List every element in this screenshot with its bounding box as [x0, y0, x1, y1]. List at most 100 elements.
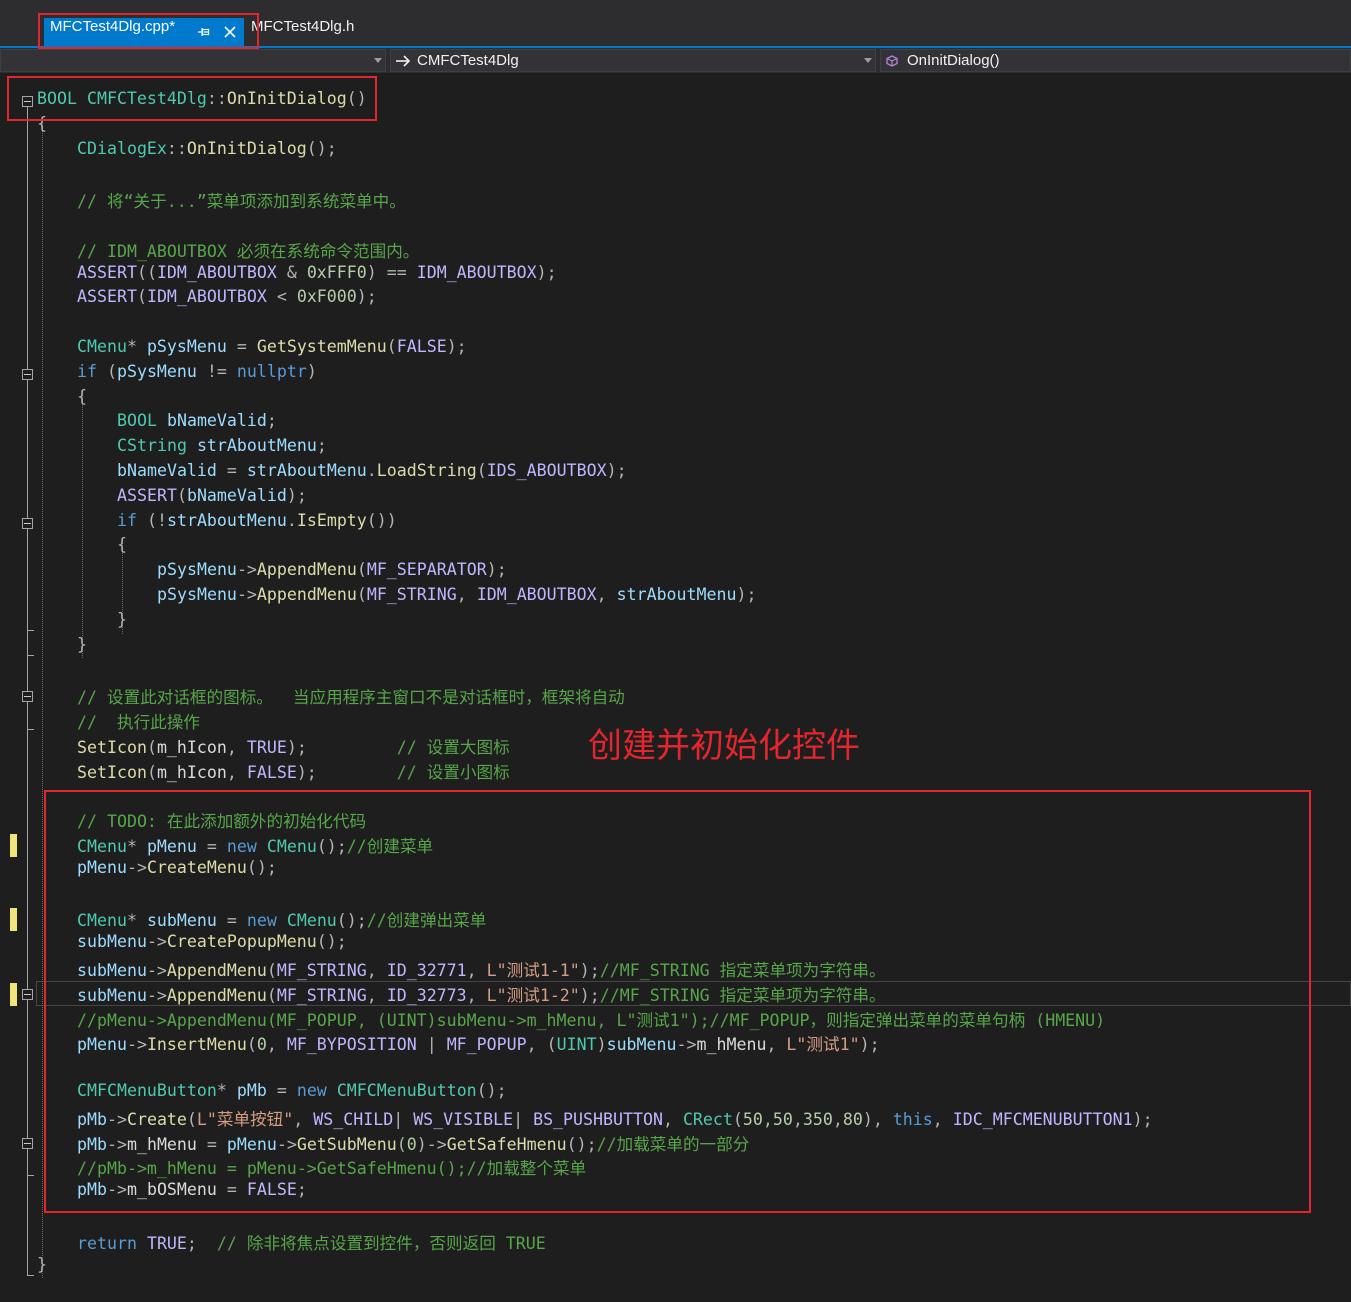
code-token: } — [37, 1254, 47, 1274]
code-token: * — [126, 337, 147, 356]
code-token: { — [77, 386, 87, 406]
code-token: ); — [286, 485, 307, 505]
code-line[interactable]: ASSERT(IDM_ABOUTBOX < 0xF000); — [77, 287, 377, 312]
code-token: , — [596, 585, 617, 604]
code-token: IsEmpty — [296, 510, 367, 530]
code-token: ()) — [366, 510, 397, 530]
code-token: // 设置此对话框的图标。 当应用程序主窗口不是对话框时，框架将自动 — [77, 688, 625, 708]
code-token: ); — [536, 262, 557, 282]
code-line[interactable]: // 执行此操作 — [77, 709, 200, 734]
scope-dropdown[interactable]: CMFCTest4Dlg — [390, 49, 876, 72]
collapse-icon[interactable] — [22, 368, 33, 380]
code-line[interactable]: ASSERT(bNameValid); — [117, 486, 307, 511]
code-line[interactable]: ASSERT((IDM_ABOUTBOX & 0xFFF0) == IDM_AB… — [77, 263, 557, 288]
method-icon — [886, 55, 898, 67]
code-line[interactable]: // 将“关于...”菜单项添加到系统菜单中。 — [77, 188, 406, 213]
code-line[interactable]: if (pSysMenu != nullptr) — [77, 362, 317, 387]
code-token: bNameValid — [117, 461, 217, 480]
code-token: ( — [176, 485, 187, 505]
code-token: ); — [286, 737, 307, 757]
chevron-down-icon[interactable] — [374, 58, 382, 63]
code-token: < — [266, 287, 297, 307]
indent-guide — [42, 116, 43, 1279]
code-token: ASSERT — [117, 485, 177, 505]
code-line[interactable]: pSysMenu->AppendMenu(MF_STRING, IDM_ABOU… — [157, 585, 756, 610]
code-line[interactable]: } — [77, 635, 87, 660]
code-line[interactable]: // IDM_ABOUTBOX 必须在系统命令范围内。 — [77, 238, 419, 263]
project-dropdown[interactable] — [0, 49, 386, 72]
code-token: IDM_ABOUTBOX — [156, 262, 277, 282]
code-line[interactable]: CString strAboutMenu; — [117, 436, 327, 461]
code-line[interactable]: pSysMenu->AppendMenu(MF_SEPARATOR); — [157, 560, 507, 585]
member-dropdown[interactable]: OnInitDialog() — [880, 49, 1351, 72]
code-token: ( — [146, 762, 157, 782]
code-token: pSysMenu — [157, 585, 237, 604]
code-token: bNameValid — [186, 485, 287, 505]
code-line[interactable]: SetIcon(m_hIcon, TRUE); // 设置大图标 — [77, 734, 510, 759]
code-token: IDM_ABOUTBOX — [146, 287, 267, 307]
code-line[interactable]: SetIcon(m_hIcon, FALSE); // 设置小图标 — [77, 759, 510, 784]
collapse-icon[interactable] — [22, 1137, 33, 1149]
code-token: } — [117, 609, 127, 629]
collapse-icon-minus — [24, 993, 31, 995]
change-marker — [10, 834, 17, 857]
code-token: -> — [236, 585, 257, 604]
code-token: IDM_ABOUTBOX — [416, 262, 537, 282]
outline-line-end — [27, 729, 34, 730]
code-line[interactable]: } — [117, 610, 127, 635]
code-token: BOOL — [117, 411, 157, 431]
code-line[interactable]: BOOL bNameValid; — [117, 411, 277, 436]
code-token: // IDM_ABOUTBOX 必须在系统命令范围内。 — [77, 241, 420, 261]
indent-guide — [82, 389, 83, 659]
code-line[interactable]: { — [117, 535, 127, 560]
code-line[interactable]: } — [37, 1255, 47, 1280]
code-token: AppendMenu — [256, 560, 357, 580]
code-token: FALSE — [396, 337, 447, 356]
annotation-box-signature — [7, 76, 377, 121]
code-token: -> — [236, 560, 257, 580]
code-token: 0xFFF0 — [306, 262, 367, 282]
code-line[interactable]: // 设置此对话框的图标。 当应用程序主窗口不是对话框时，框架将自动 — [77, 684, 625, 709]
code-token: . — [286, 510, 297, 530]
code-token: ) == — [366, 262, 417, 282]
code-line[interactable]: { — [77, 387, 87, 412]
collapse-icon[interactable] — [22, 517, 33, 529]
code-token: m_hIcon — [156, 762, 227, 782]
code-token: ) — [306, 361, 317, 381]
scope-dropdown-value: CMFCTest4Dlg — [417, 52, 519, 69]
code-token: ASSERT — [77, 262, 137, 282]
tab-label: MFCTest4Dlg.h — [251, 18, 355, 35]
code-token: :: — [166, 138, 187, 158]
collapse-icon[interactable] — [22, 988, 33, 1000]
code-token: IDS_ABOUTBOX — [486, 461, 607, 480]
code-token: // 设置小图标 — [396, 762, 510, 782]
chevron-down-icon[interactable] — [864, 58, 872, 63]
code-line[interactable]: if (!strAboutMenu.IsEmpty()) — [117, 511, 397, 536]
outline-line — [27, 528, 28, 630]
code-token: & — [276, 262, 307, 282]
code-token: } — [77, 634, 87, 654]
annotation-box-tab — [38, 13, 259, 49]
code-token: ; — [316, 436, 327, 456]
code-token: SetIcon — [77, 737, 147, 757]
code-token: = — [226, 337, 257, 356]
code-token: != — [196, 361, 237, 381]
code-token: , — [456, 585, 477, 604]
code-line[interactable]: CMenu* pSysMenu = GetSystemMenu(FALSE); — [77, 337, 467, 362]
code-token: OnInitDialog — [186, 138, 307, 158]
tab-mfctest4dlg-h[interactable]: MFCTest4Dlg.h — [250, 18, 354, 46]
code-token: if — [117, 510, 137, 530]
change-marker — [10, 982, 17, 1006]
code-line[interactable]: CDialogEx::OnInitDialog(); — [77, 139, 337, 164]
code-line[interactable]: return TRUE; // 除非将焦点设置到控件，否则返回 TRUE — [77, 1230, 546, 1255]
annotation-label: 创建并初始化控件 — [588, 726, 860, 766]
code-token: LoadString — [376, 461, 477, 480]
code-token: CDialogEx — [77, 138, 167, 158]
code-token: ( — [386, 337, 397, 356]
collapse-icon[interactable] — [22, 691, 33, 703]
code-line[interactable]: bNameValid = strAboutMenu.LoadString(IDS… — [117, 461, 627, 486]
code-token: ; — [186, 1233, 197, 1253]
